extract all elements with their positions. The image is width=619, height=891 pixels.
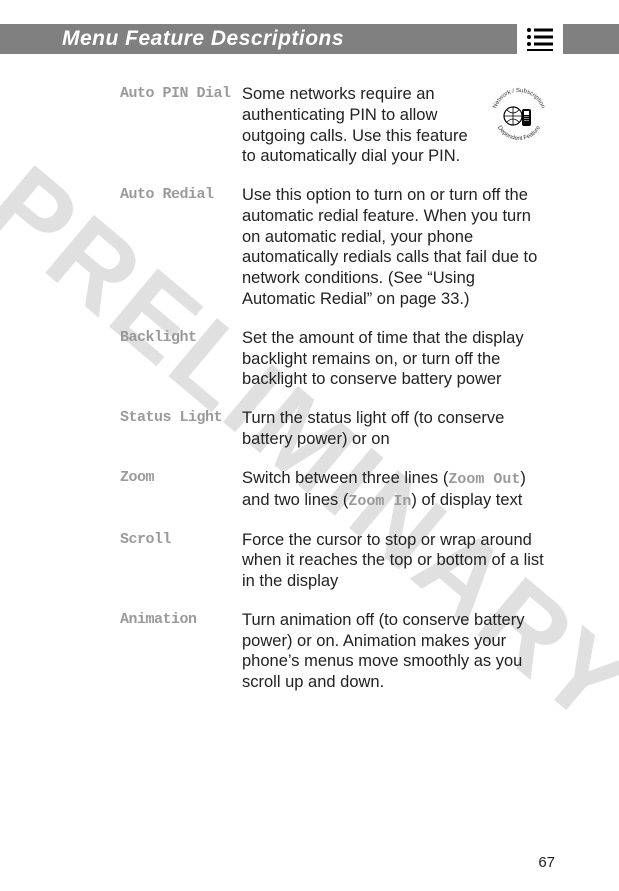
header-title: Menu Feature Descriptions [62,27,344,51]
header-divider [581,24,583,54]
term: Scroll [120,530,242,592]
globe-phone-icon [504,107,531,126]
description: Set the amount of time that the display … [242,328,549,390]
description: Switch between three lines (Zoom Out) an… [242,468,549,512]
definition-row: Auto Redial Use this option to turn on o… [120,185,549,310]
definition-row: Auto PIN Dial Some networks require an a… [120,84,549,167]
description: Turn animation off (to conserve battery … [242,610,549,693]
svg-text:Dependent Feature: Dependent Feature [496,125,542,143]
inline-code: Zoom In [348,493,411,510]
definition-row: Scroll Force the cursor to stop or wrap … [120,530,549,592]
definition-row: Backlight Set the amount of time that th… [120,328,549,390]
term: Auto Redial [120,185,242,310]
definition-row: Zoom Switch between three lines (Zoom Ou… [120,468,549,512]
term: Backlight [120,328,242,390]
term: Auto PIN Dial [120,84,242,167]
badge-bottom-text: Dependent Feature [496,125,542,143]
header-icon-slot [517,24,563,54]
description: Turn the status light off (to conserve b… [242,408,549,450]
definitions-list: Auto PIN Dial Some networks require an a… [120,84,549,711]
inline-code: Zoom Out [448,471,520,488]
term: Status Light [120,408,242,450]
term: Zoom [120,468,242,512]
badge-top-text: Network / Subscription [492,88,545,109]
svg-text:Network / Subscription: Network / Subscription [492,88,545,109]
term: Animation [120,610,242,693]
list-icon [525,26,555,52]
description: Use this option to turn on or turn off t… [242,185,549,310]
definition-row: Status Light Turn the status light off (… [120,408,549,450]
page-number: 67 [538,854,555,871]
description: Force the cursor to stop or wrap around … [242,530,549,592]
definition-row: Animation Turn animation off (to conserv… [120,610,549,693]
network-feature-badge: Network / Subscription Dependent Feature [489,86,549,146]
